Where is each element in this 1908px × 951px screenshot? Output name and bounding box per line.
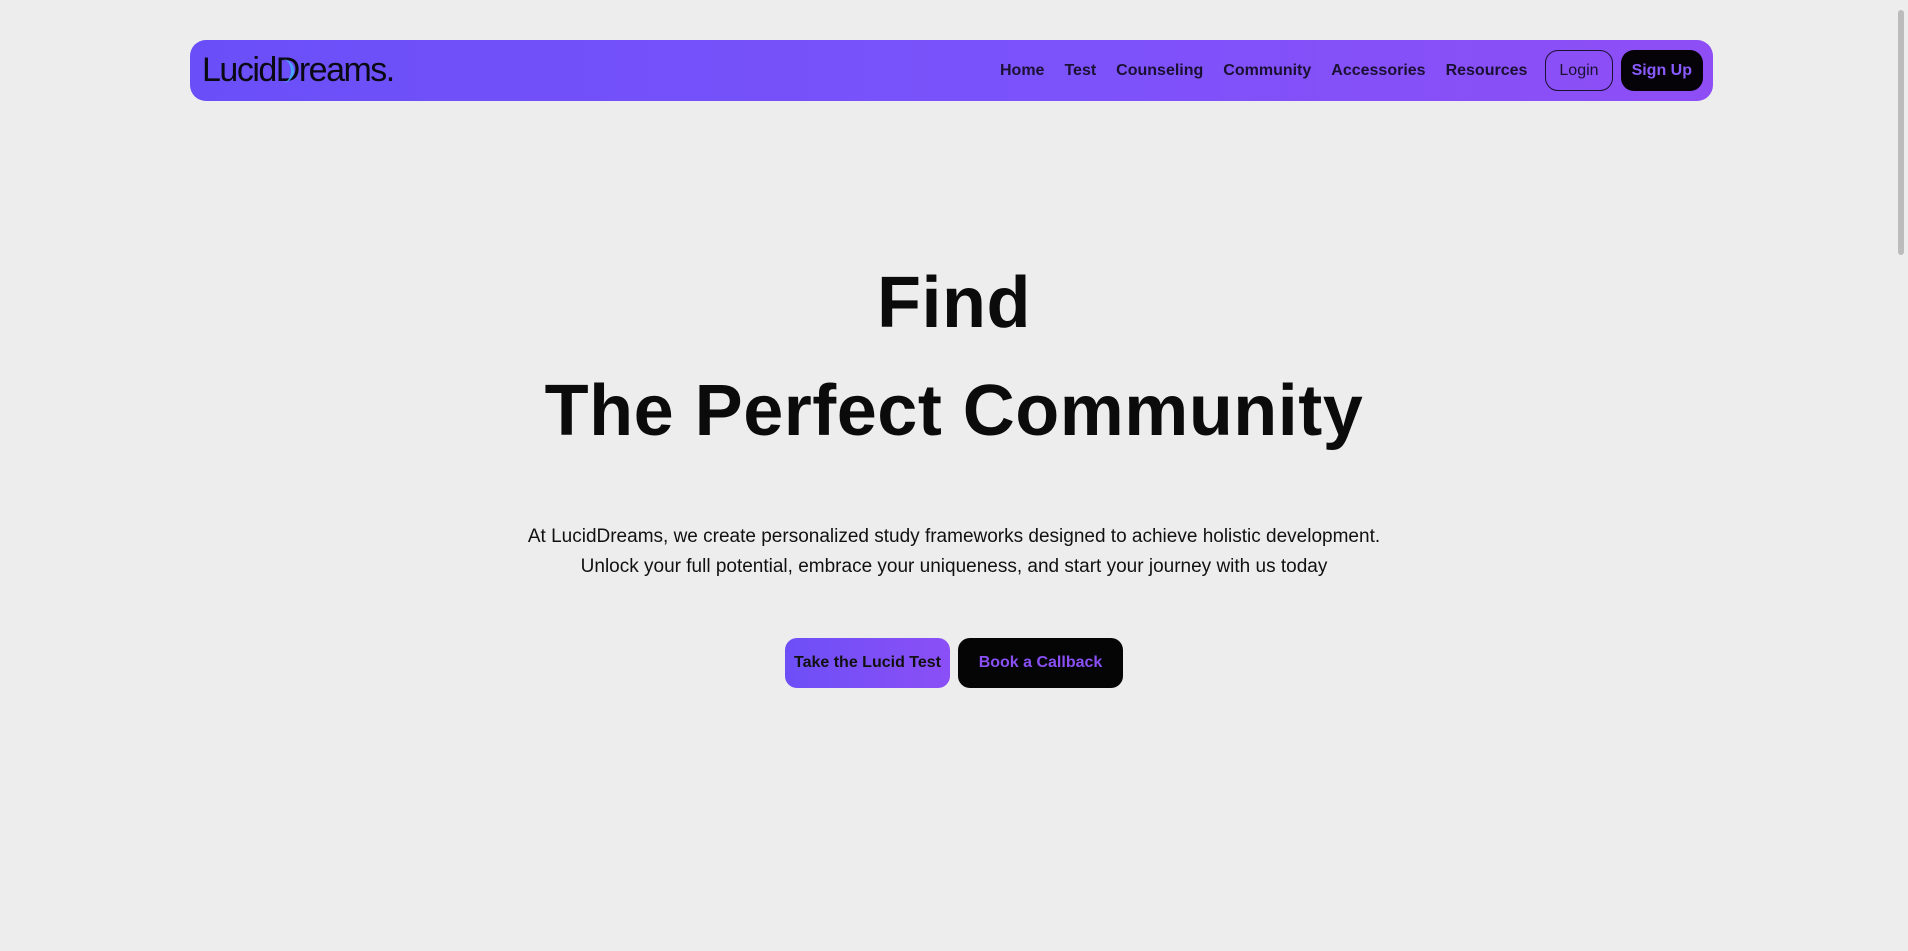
hero-description-line1: At LucidDreams, we create personalized s… [527, 526, 1381, 547]
nav-link-test[interactable]: Test [1064, 62, 1096, 80]
logo-d-mark: D [275, 51, 301, 89]
nav-link-accessories[interactable]: Accessories [1331, 62, 1425, 80]
page: Lucid Dreams. Home Test Counseling Commun… [0, 0, 1908, 951]
nav-link-counseling[interactable]: Counseling [1116, 62, 1203, 80]
book-callback-button[interactable]: Book a Callback [958, 638, 1123, 688]
navbar: Lucid Dreams. Home Test Counseling Commun… [190, 40, 1713, 101]
hero-description-line2: Unlock your full potential, embrace your… [580, 556, 1328, 577]
nav-link-community[interactable]: Community [1223, 62, 1311, 80]
hero-title-line2: The Perfect Community [544, 371, 1364, 451]
nav-link-resources[interactable]: Resources [1446, 62, 1528, 80]
signup-button[interactable]: Sign Up [1620, 50, 1703, 91]
logo[interactable]: Lucid Dreams. [202, 51, 395, 90]
cta-row: Take the Lucid Test Book a Callback [0, 638, 1908, 688]
nav-right: Home Test Counseling Community Accessori… [990, 50, 1703, 91]
nav-links: Home Test Counseling Community Accessori… [990, 62, 1537, 80]
nav-link-home[interactable]: Home [1000, 62, 1044, 80]
login-button[interactable]: Login [1545, 50, 1613, 91]
logo-text-after: reams. [298, 51, 395, 89]
logo-text-before: Lucid [202, 51, 277, 89]
take-lucid-test-button[interactable]: Take the Lucid Test [785, 638, 950, 688]
scrollbar-thumb[interactable] [1898, 10, 1904, 255]
hero-description: At LucidDreams, we create personalized s… [0, 522, 1908, 582]
hero-title-line1: Find [877, 263, 1031, 343]
vertical-scrollbar[interactable] [1891, 0, 1908, 951]
